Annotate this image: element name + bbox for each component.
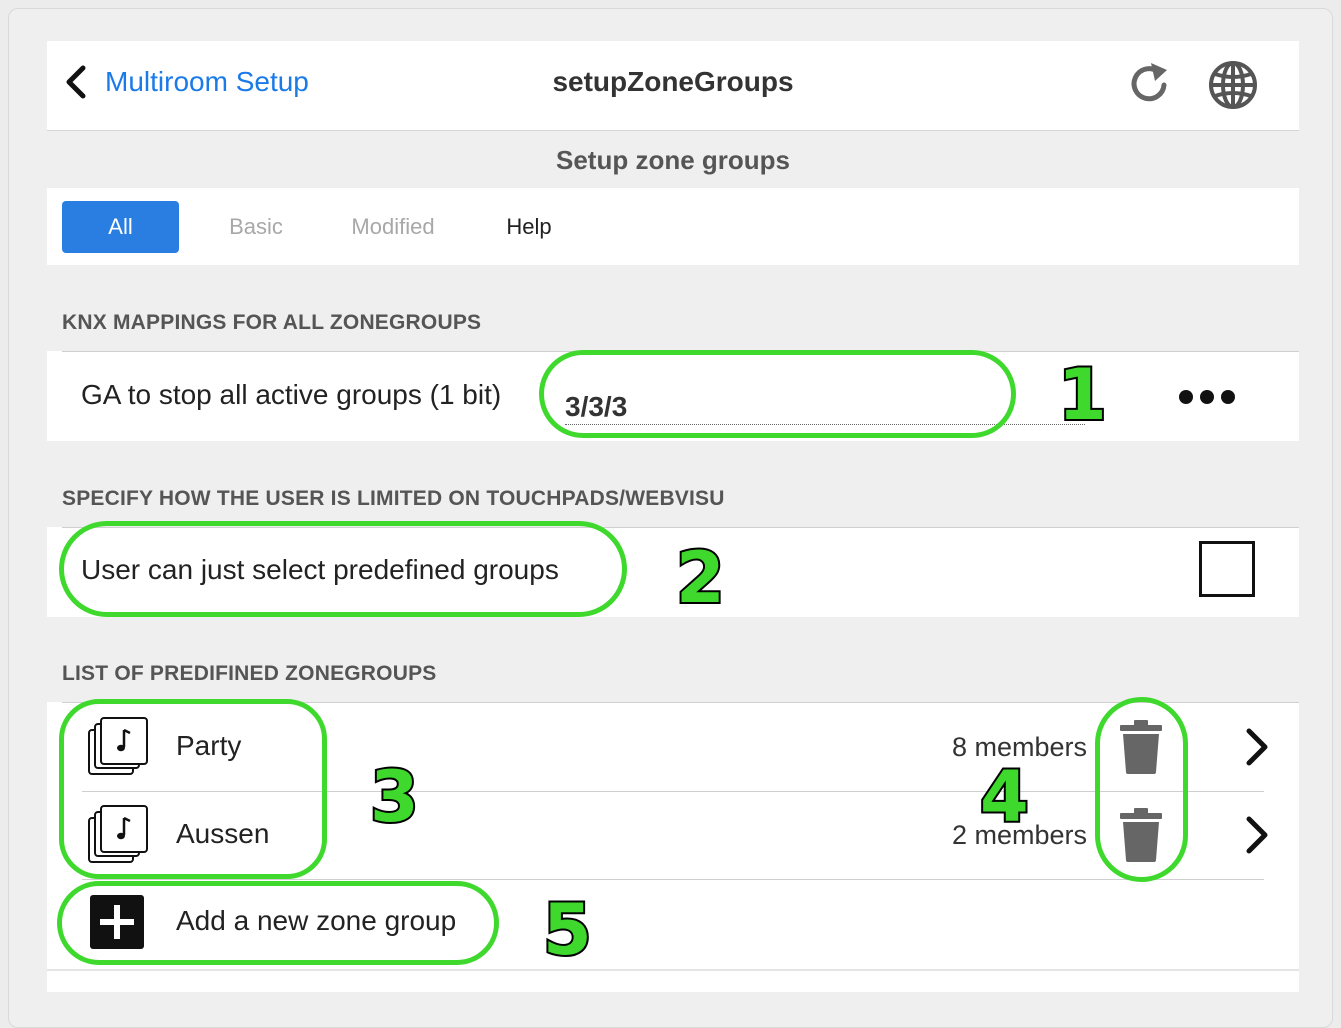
list-footer xyxy=(47,969,1299,992)
zonegroup-name: Party xyxy=(176,730,242,761)
limit-row: User can just select predefined groups xyxy=(47,527,1299,617)
annotation-number-3: 3 xyxy=(368,756,421,838)
trash-icon[interactable] xyxy=(1120,808,1162,862)
ga-input-underline xyxy=(565,424,1085,425)
row-divider xyxy=(62,351,1299,352)
annotation-number-2: 2 xyxy=(674,537,727,619)
row-divider xyxy=(82,791,1264,792)
annotation-number-4: 4 xyxy=(978,756,1031,838)
annotation-number-1: 1 xyxy=(1056,354,1109,436)
filter-tabs: All Basic Modified Help xyxy=(47,188,1299,265)
row-divider xyxy=(62,527,1299,528)
reload-icon[interactable] xyxy=(1127,61,1173,107)
music-group-icon xyxy=(88,805,148,863)
settings-panel: Multiroom Setup setupZoneGroups Setup zo… xyxy=(47,41,1299,992)
tab-help[interactable]: Help xyxy=(487,201,571,253)
add-zone-group-label: Add a new zone group xyxy=(176,905,457,936)
nav-bar: Multiroom Setup setupZoneGroups xyxy=(47,41,1299,131)
section-title: Setup zone groups xyxy=(556,145,790,175)
more-icon[interactable] xyxy=(1177,389,1237,405)
predefined-only-label: User can just select predefined groups xyxy=(81,554,559,585)
tab-all[interactable]: All xyxy=(62,201,179,253)
zonegroup-name: Aussen xyxy=(176,818,270,849)
knx-section-header: KNX MAPPINGS FOR ALL ZONEGROUPS xyxy=(62,311,482,334)
plus-icon xyxy=(90,895,144,949)
ga-label: GA to stop all active groups (1 bit) xyxy=(81,379,502,410)
tab-modified[interactable]: Modified xyxy=(337,201,449,253)
row-divider xyxy=(82,879,1264,880)
limit-section-header: SPECIFY HOW THE USER IS LIMITED ON TOUCH… xyxy=(62,487,725,510)
ga-row: GA to stop all active groups (1 bit) 3/3… xyxy=(47,351,1299,441)
globe-icon[interactable] xyxy=(1207,59,1259,111)
zonegroups-section-header: LIST OF PREDIFINED ZONEGROUPS xyxy=(62,662,437,685)
ga-input[interactable]: 3/3/3 xyxy=(565,391,627,423)
predefined-only-checkbox[interactable] xyxy=(1199,541,1255,597)
annotation-number-5: 5 xyxy=(541,889,594,971)
music-group-icon xyxy=(88,717,148,775)
tab-basic[interactable]: Basic xyxy=(207,201,305,253)
chevron-right-icon[interactable] xyxy=(1243,727,1271,767)
trash-icon[interactable] xyxy=(1120,720,1162,774)
row-divider xyxy=(62,702,1299,703)
chevron-right-icon[interactable] xyxy=(1243,815,1271,855)
page-title: setupZoneGroups xyxy=(552,66,794,97)
